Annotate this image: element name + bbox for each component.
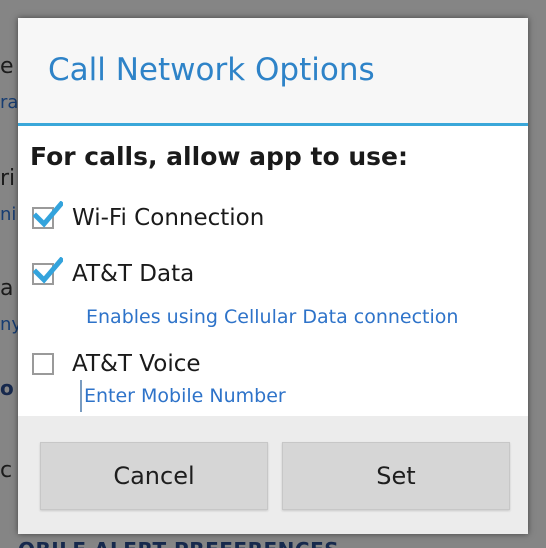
dialog-title-bar: Call Network Options	[18, 18, 528, 126]
checkmark-icon	[33, 257, 63, 284]
wifi-connection-checkbox[interactable]	[32, 201, 63, 229]
set-button[interactable]: Set	[282, 442, 510, 510]
call-network-options-dialog: Call Network Options For calls, allow ap…	[18, 18, 528, 534]
att-voice-checkbox[interactable]	[32, 353, 54, 375]
att-data-checkbox[interactable]	[32, 257, 63, 285]
att-data-hint: Enables using Cellular Data connection	[86, 306, 459, 328]
dialog-title: Call Network Options	[48, 52, 375, 88]
dialog-button-bar: Cancel Set	[18, 416, 528, 534]
att-data-label: AT&T Data	[72, 261, 195, 287]
att-voice-option[interactable]: AT&T Voice	[32, 344, 502, 384]
options-heading: For calls, allow app to use:	[30, 142, 408, 171]
att-data-option[interactable]: AT&T Data	[32, 254, 502, 294]
cancel-button[interactable]: Cancel	[40, 442, 268, 510]
dialog-body: For calls, allow app to use: Wi-Fi Conne…	[18, 126, 528, 416]
wifi-connection-option[interactable]: Wi-Fi Connection	[32, 198, 502, 238]
wifi-connection-label: Wi-Fi Connection	[72, 205, 265, 231]
att-voice-label: AT&T Voice	[72, 351, 201, 377]
checkmark-icon	[33, 201, 63, 228]
mobile-number-input[interactable]	[80, 380, 384, 412]
